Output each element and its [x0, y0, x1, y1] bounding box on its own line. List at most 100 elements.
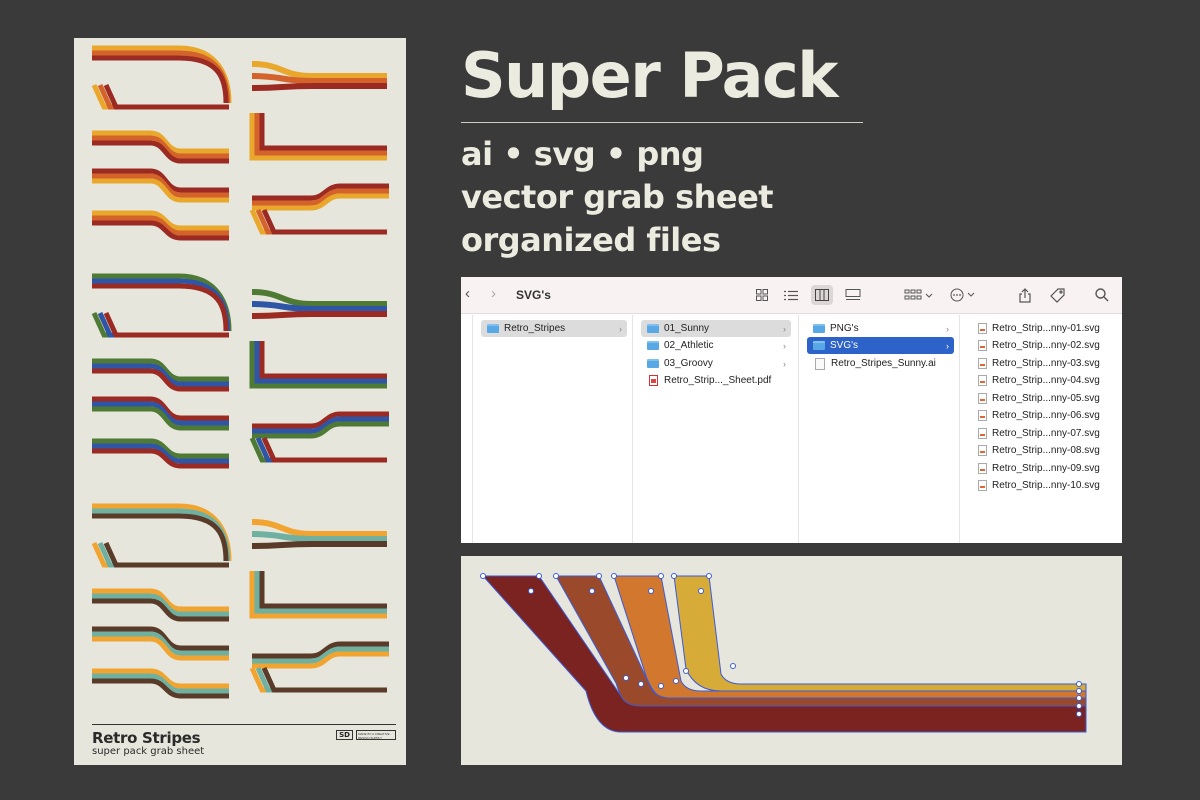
stripe-slant [103, 541, 229, 568]
finder-toolbar: ‹ › SVG's [461, 277, 1122, 314]
more-icon[interactable] [948, 285, 980, 305]
row-label: SVG's [830, 340, 859, 351]
vector-editor-canvas[interactable] [461, 556, 1122, 765]
stripe-shape[interactable] [673, 575, 1087, 692]
anchor-point-handle[interactable] [596, 573, 602, 579]
folder-icon [647, 341, 659, 350]
tag-icon[interactable] [1046, 285, 1068, 305]
row-label: 03_Groovy [664, 358, 713, 369]
column-2: 01_Sunny › 02_Athletic › 03_Groovy › Retro_… [633, 315, 799, 543]
search-icon[interactable] [1091, 285, 1113, 305]
chevron-right-icon: › [783, 358, 786, 369]
back-button[interactable]: ‹ [465, 285, 470, 302]
row-label: Retro_Strip...nny-05.svg [992, 393, 1100, 404]
stripe-slant [97, 311, 229, 338]
row-label: Retro_Strip..._Sheet.pdf [664, 375, 772, 386]
anchor-point-handle[interactable] [528, 588, 534, 594]
file-row[interactable]: Retro_Strip...nny-06.svg [972, 407, 1112, 424]
stripe-slant [97, 83, 229, 110]
folder-row[interactable]: 02_Athletic › [641, 337, 791, 354]
svg-file-icon [978, 340, 987, 351]
anchor-point-handle[interactable] [648, 588, 654, 594]
anchor-point-handle[interactable] [658, 683, 664, 689]
file-row[interactable]: Retro_Strip...nny-05.svg [972, 390, 1112, 407]
row-label: Retro_Strip...nny-09.svg [992, 463, 1100, 474]
anchor-point-handle[interactable] [1076, 681, 1082, 687]
ai-file-icon [815, 357, 825, 370]
svg-file-icon [978, 410, 987, 421]
column-1: Retro_Stripes › [473, 315, 633, 543]
row-label: 02_Athletic [664, 340, 714, 351]
anchor-point-handle[interactable] [683, 668, 689, 674]
file-row[interactable]: Retro_Strip...nny-01.svg [972, 320, 1112, 337]
row-label: Retro_Strip...nny-01.svg [992, 323, 1100, 334]
folder-row[interactable]: 03_Groovy › [641, 355, 791, 372]
anchor-point-handle[interactable] [671, 573, 677, 579]
file-row[interactable]: Retro_Strip...nny-03.svg [972, 355, 1112, 372]
anchor-point-handle[interactable] [638, 681, 644, 687]
svg-file-icon [978, 323, 987, 334]
file-row[interactable]: Retro_Stripes_Sunny.ai [807, 355, 954, 372]
stripe-l-shape [259, 341, 387, 379]
anchor-point-handle[interactable] [1076, 711, 1082, 717]
chevron-right-icon: › [946, 340, 949, 351]
file-row[interactable]: Retro_Strip...nny-07.svg [972, 425, 1112, 442]
svg-file-icon [978, 428, 987, 439]
stripe-fan [251, 83, 387, 91]
finder-window: ‹ › SVG's Retro_Stripes › 01_Sunny › 02_… [461, 277, 1122, 543]
file-row[interactable]: Retro_Strip..._Sheet.pdf [641, 372, 791, 389]
svg-file-icon [978, 445, 987, 456]
folder-row[interactable]: Retro_Stripes › [481, 320, 627, 337]
column-3: PNG's › SVG's › Retro_Stripes_Sunny.ai [799, 315, 960, 543]
pdf-icon [649, 375, 658, 386]
row-label: Retro_Strip...nny-06.svg [992, 410, 1100, 421]
page-title: Super Pack [461, 39, 838, 112]
anchor-point-handle[interactable] [698, 588, 704, 594]
anchor-point-handle[interactable] [480, 573, 486, 579]
row-label: Retro_Stripes [504, 323, 566, 334]
row-label: Retro_Strip...nny-02.svg [992, 340, 1100, 351]
folder-row[interactable]: PNG's › [807, 320, 954, 337]
anchor-point-handle[interactable] [1076, 695, 1082, 701]
folder-icon [487, 324, 499, 333]
file-row[interactable]: Retro_Strip...nny-09.svg [972, 460, 1112, 477]
group-icon[interactable] [903, 285, 935, 305]
stripe-slant [255, 208, 387, 235]
anchor-point-handle[interactable] [553, 573, 559, 579]
row-label: PNG's [830, 323, 859, 334]
chevron-right-icon: › [783, 323, 786, 334]
column-sidebar-edge [461, 315, 473, 543]
selected-stripe-artwork[interactable] [461, 556, 1122, 765]
stripe-slant [255, 666, 387, 693]
anchor-point-handle[interactable] [658, 573, 664, 579]
anchor-point-handle[interactable] [730, 663, 736, 669]
anchor-point-handle[interactable] [536, 573, 542, 579]
gallery-view-icon[interactable] [842, 285, 864, 305]
anchor-point-handle[interactable] [623, 675, 629, 681]
file-row[interactable]: Retro_Strip...nny-04.svg [972, 372, 1112, 389]
file-row[interactable]: Retro_Strip...nny-02.svg [972, 337, 1112, 354]
file-row[interactable]: Retro_Strip...nny-10.svg [972, 477, 1112, 494]
anchor-point-handle[interactable] [706, 573, 712, 579]
folder-row[interactable]: 01_Sunny › [641, 320, 791, 337]
svg-file-icon [978, 480, 987, 491]
brand-badge: SD MADE BY A CREATIVE · DESIGN SUPPLY [336, 730, 396, 740]
anchor-point-handle[interactable] [673, 678, 679, 684]
anchor-point-handle[interactable] [1076, 703, 1082, 709]
list-view-icon[interactable] [780, 285, 802, 305]
file-row[interactable]: Retro_Strip...nny-08.svg [972, 442, 1112, 459]
folder-icon [813, 324, 825, 333]
stripe-slant [261, 436, 387, 463]
stripe-slant [97, 541, 229, 568]
folder-row-selected[interactable]: SVG's › [807, 337, 954, 354]
brand-logo: SD [336, 730, 353, 740]
anchor-point-handle[interactable] [589, 588, 595, 594]
forward-button[interactable]: › [491, 285, 496, 302]
grid-view-icon[interactable] [751, 285, 773, 305]
column-view-icon[interactable] [811, 285, 833, 305]
share-icon[interactable] [1014, 285, 1036, 305]
anchor-point-handle[interactable] [1076, 688, 1082, 694]
poster-subtitle: super pack grab sheet [92, 746, 205, 757]
headline-block: Super Pack ai • svg • png vector grab sh… [461, 40, 863, 262]
anchor-point-handle[interactable] [611, 573, 617, 579]
